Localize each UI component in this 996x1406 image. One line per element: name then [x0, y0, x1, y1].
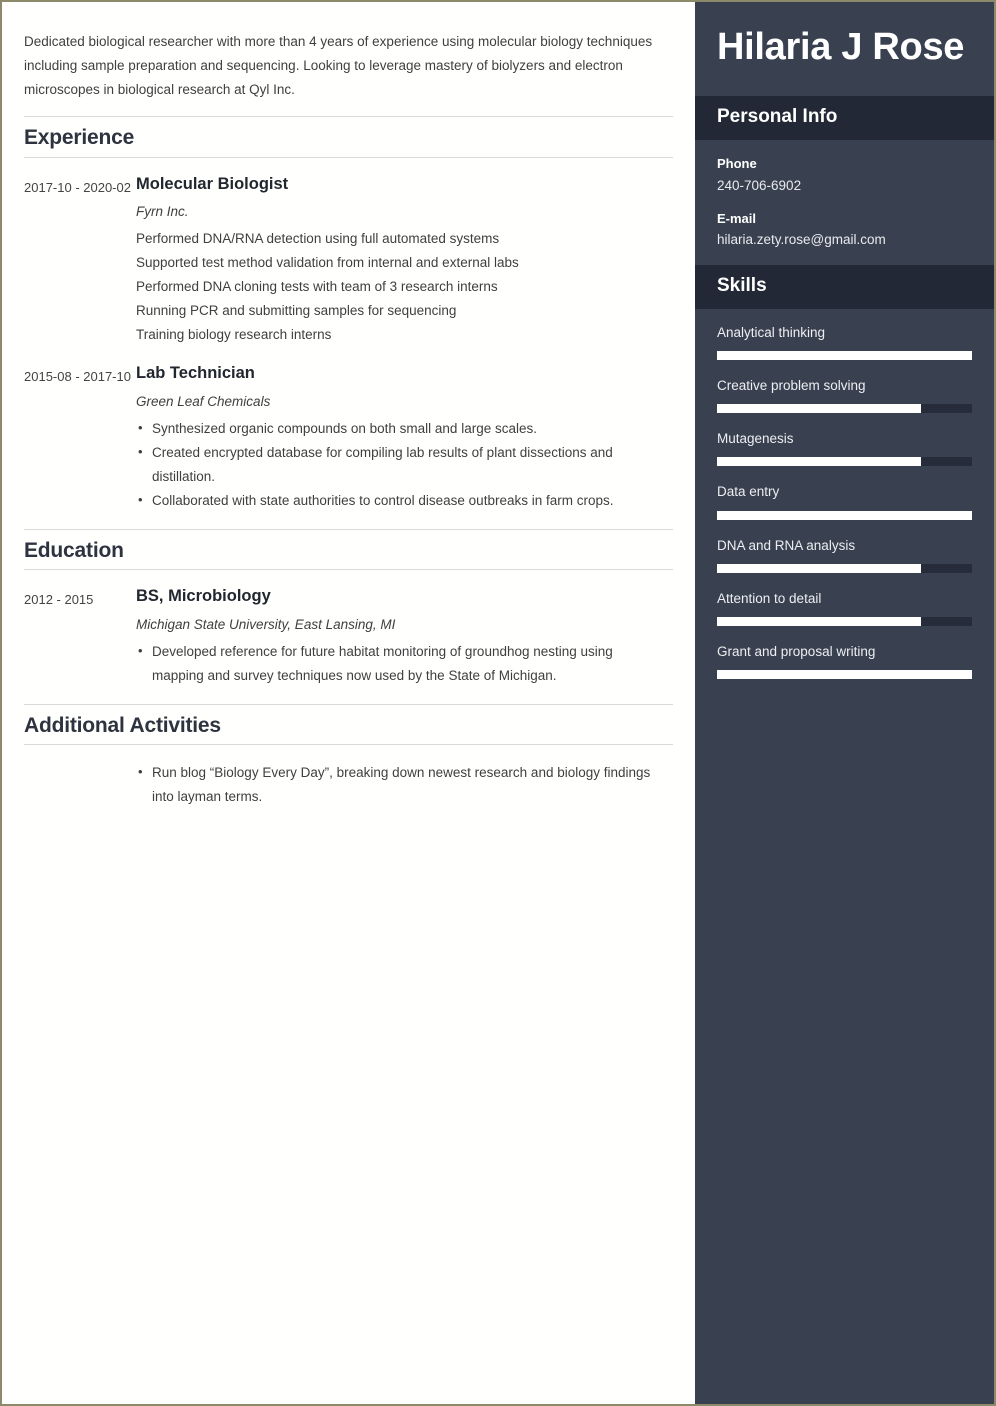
skill-item: DNA and RNA analysis — [717, 536, 972, 573]
skill-progress-fill — [717, 617, 921, 627]
skill-item: Attention to detail — [717, 589, 972, 627]
entry-point: Collaborated with state authorities to c… — [136, 488, 655, 513]
skill-progress-track — [717, 457, 972, 467]
entry-point: Developed reference for future habitat m… — [136, 639, 655, 688]
skill-progress-track — [717, 404, 972, 414]
resume-page: Dedicated biological researcher with mor… — [0, 0, 996, 1406]
skill-item: Grant and proposal writing — [717, 642, 972, 680]
experience-entry: 2015-08 - 2017-10 Lab Technician Green L… — [24, 363, 673, 513]
personal-info-label-email: E-mail — [717, 210, 757, 226]
section-header-additional-activities: Additional Activities — [24, 703, 673, 745]
skill-progress-fill — [717, 404, 921, 414]
skill-item: Data entry — [717, 482, 972, 520]
entry-point: Supported test method validation from in… — [136, 255, 519, 271]
section-header-experience: Experience — [24, 116, 673, 158]
skill-label: Grant and proposal writing — [717, 644, 876, 660]
entry-dates: 2012 - 2015 — [24, 592, 94, 608]
section-title: Additional Activities — [24, 713, 221, 737]
skill-label: Creative problem solving — [717, 377, 866, 393]
skill-progress-fill — [717, 350, 972, 360]
entry-body: Molecular Biologist Fyrn Inc. Performed … — [136, 174, 673, 348]
entry-dates: 2017-10 - 2020-02 — [24, 179, 131, 195]
entry-body: Lab Technician Green Leaf Chemicals Synt… — [136, 363, 673, 513]
skill-label: Data entry — [717, 484, 780, 500]
personal-info-label-phone: Phone — [717, 156, 757, 172]
sidebar-section-title: Personal Info — [717, 106, 838, 128]
skill-progress-track — [717, 670, 972, 680]
entry-point: Created encrypted database for compiling… — [136, 440, 655, 489]
skill-item: Mutagenesis — [717, 429, 972, 467]
candidate-name-block: Hilaria J Rose — [695, 2, 994, 96]
skill-label: Analytical thinking — [717, 324, 826, 340]
skill-progress-fill — [717, 563, 921, 573]
personal-info-value-phone: 240-706-6902 — [717, 177, 802, 193]
entry-body: BS, Microbiology Michigan State Universi… — [136, 586, 673, 688]
section-experience: Experience 2017-10 - 2020-02 Molecular B… — [24, 116, 673, 513]
sidebar-section-header-personal-info: Personal Info — [695, 96, 994, 141]
skill-progress-track — [717, 350, 972, 360]
section-title: Education — [24, 539, 124, 563]
activities-date-spacer — [24, 761, 136, 809]
entry-degree-title: BS, Microbiology — [136, 587, 271, 606]
entry-company: Green Leaf Chemicals — [136, 393, 271, 409]
activities-entry: Run blog “Biology Every Day”, breaking d… — [24, 760, 673, 809]
skill-progress-track — [717, 617, 972, 627]
personal-info-value-email: hilaria.zety.rose@gmail.com — [717, 232, 886, 248]
skill-item: Creative problem solving — [717, 376, 972, 414]
entry-school: Michigan State University, East Lansing,… — [136, 616, 396, 632]
entry-points-list: Synthesized organic compounds on both sm… — [136, 416, 655, 513]
personal-info-block: Phone 240-706-6902 E-mail hilaria.zety.r… — [695, 140, 994, 265]
entry-point: Run blog “Biology Every Day”, breaking d… — [136, 760, 655, 809]
section-header-education: Education — [24, 529, 673, 571]
skill-label: Mutagenesis — [717, 431, 794, 447]
entry-company: Fyrn Inc. — [136, 204, 189, 219]
experience-entry: 2017-10 - 2020-02 Molecular Biologist Fy… — [24, 174, 673, 348]
candidate-name: Hilaria J Rose — [717, 26, 965, 68]
section-title: Experience — [24, 126, 135, 150]
entry-point: Performed DNA cloning tests with team of… — [136, 279, 498, 295]
skill-label: Attention to detail — [717, 590, 822, 606]
summary-paragraph: Dedicated biological researcher with mor… — [24, 34, 653, 98]
education-entry: 2012 - 2015 BS, Microbiology Michigan St… — [24, 586, 673, 688]
resume-sidebar: Hilaria J Rose Personal Info Phone 240-7… — [695, 2, 994, 1404]
sidebar-section-title: Skills — [717, 274, 767, 296]
entry-dates: 2015-08 - 2017-10 — [24, 369, 131, 385]
skill-progress-track — [717, 510, 972, 520]
entry-points-list: Developed reference for future habitat m… — [136, 639, 655, 688]
skill-progress-track — [717, 563, 972, 573]
skill-item: Analytical thinking — [717, 323, 972, 360]
entry-point: Training biology research interns — [136, 327, 332, 343]
entry-point: Synthesized organic compounds on both sm… — [136, 416, 655, 441]
entry-points-list: Performed DNA/RNA detection using full a… — [136, 227, 655, 347]
section-education: Education 2012 - 2015 BS, Microbiology M… — [24, 529, 673, 688]
entry-body: Run blog “Biology Every Day”, breaking d… — [136, 760, 673, 809]
entry-point: Running PCR and submitting samples for s… — [136, 303, 457, 319]
skill-label: DNA and RNA analysis — [717, 537, 856, 553]
entry-job-title: Lab Technician — [136, 364, 255, 383]
entry-point: Performed DNA/RNA detection using full a… — [136, 231, 500, 247]
entry-job-title: Molecular Biologist — [136, 174, 289, 193]
entry-points-list: Run blog “Biology Every Day”, breaking d… — [136, 760, 655, 809]
skill-progress-fill — [717, 457, 921, 467]
sidebar-section-header-skills: Skills — [695, 264, 994, 309]
skill-progress-fill — [717, 510, 972, 520]
skills-block: Analytical thinking Creative problem sol… — [695, 309, 994, 710]
skill-progress-fill — [717, 670, 972, 680]
resume-main-column: Dedicated biological researcher with mor… — [2, 2, 695, 1404]
section-additional-activities: Additional Activities Run blog “Biology … — [24, 703, 673, 809]
